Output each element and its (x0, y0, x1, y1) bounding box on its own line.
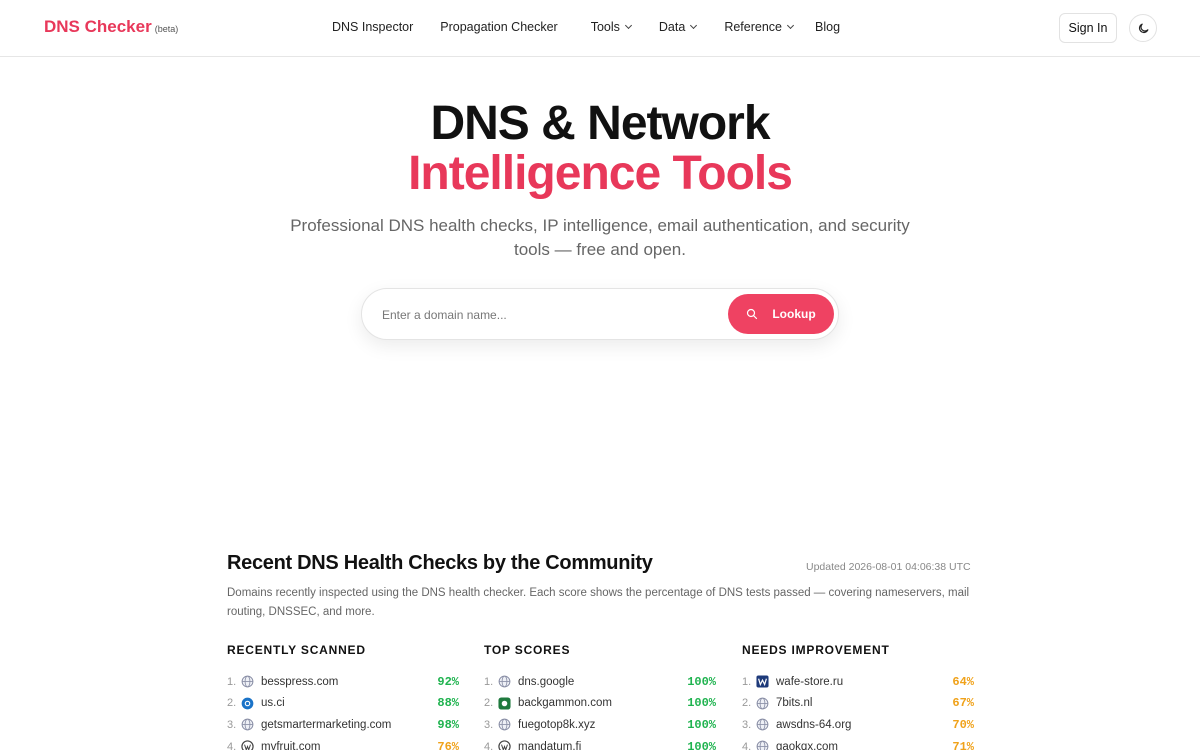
rank-number: 3. (484, 718, 494, 731)
rank-number: 2. (484, 697, 494, 710)
search-icon (747, 308, 758, 320)
globe-icon (756, 740, 769, 750)
health-score: 67% (952, 696, 974, 711)
domain-list-item[interactable]: 1. wafe-store.ru 64% (742, 671, 974, 693)
theme-toggle-button[interactable] (1129, 14, 1157, 42)
column-title: TOP SCORES (484, 643, 571, 657)
domain-link[interactable]: 7bits.nl (776, 697, 952, 709)
domain-list-item[interactable]: 4. mandatum.fi 100% (484, 736, 716, 750)
domain-list-item[interactable]: 3. fuegotop8k.xyz 100% (484, 714, 716, 736)
hero-subtitle: Professional DNS health checks, IP intel… (290, 216, 910, 259)
globe-icon (241, 718, 254, 731)
w-logo-icon (756, 675, 769, 688)
wordpress-icon (241, 740, 254, 750)
health-score: 76% (437, 739, 459, 750)
lookup-label: Lookup (772, 307, 816, 321)
green-square-icon (498, 697, 511, 710)
recently-scanned-column: RECENTLY SCANNED 1. besspress.com 92% 2. us.… (227, 643, 459, 750)
nav-propagation-checker[interactable]: Propagation Checker (440, 20, 557, 34)
domain-link[interactable]: wafe-store.ru (776, 676, 952, 688)
domain-list-item[interactable]: 2. backgammon.com 100% (484, 693, 716, 715)
domain-list-item[interactable]: 4. mvfruit.com 76% (227, 736, 459, 750)
rank-number: 1. (484, 675, 494, 688)
domain-search-bar: Lookup (361, 288, 839, 340)
domain-list-item[interactable]: 4. gaokqx.com 71% (742, 736, 974, 750)
nav-dns-inspector[interactable]: DNS Inspector (332, 20, 413, 34)
globe-icon (498, 718, 511, 731)
domain-list-item[interactable]: 3. awsdns-64.org 70% (742, 714, 974, 736)
logo-text[interactable]: DNS Checker (44, 17, 152, 36)
domain-link[interactable]: getsmartermarketing.com (261, 719, 437, 731)
domain-link[interactable]: dns.google (518, 676, 687, 688)
main-nav: DNS Inspector Propagation Checker Tools … (332, 20, 840, 34)
hero-title-line-2: Intelligence Tools (408, 147, 793, 200)
column-title: RECENTLY SCANNED (227, 643, 366, 657)
top-navigation-bar: DNS Checker (beta) DNS Inspector Propagat… (0, 0, 1200, 57)
column-title: NEEDS IMPROVEMENT (742, 643, 890, 657)
domain-list-item[interactable]: 1. dns.google 100% (484, 671, 716, 693)
domain-link[interactable]: mvfruit.com (261, 741, 437, 750)
health-score: 70% (952, 717, 974, 732)
domain-link[interactable]: gaokqx.com (776, 741, 952, 750)
domain-list-item[interactable]: 3. getsmartermarketing.com 98% (227, 714, 459, 736)
health-score: 88% (437, 696, 459, 711)
domain-link[interactable]: us.ci (261, 697, 437, 709)
health-score: 100% (687, 717, 716, 732)
health-score: 100% (687, 674, 716, 689)
rank-number: 1. (742, 675, 752, 688)
sign-in-button[interactable]: Sign In (1059, 13, 1117, 43)
blue-circle-icon (241, 697, 254, 710)
site-logo[interactable]: DNS Checker (beta) (44, 17, 178, 37)
nav-data[interactable]: Data (659, 20, 698, 34)
health-score: 71% (952, 739, 974, 750)
domain-link[interactable]: mandatum.fi (518, 741, 687, 750)
domain-list-item[interactable]: 2. us.ci 88% (227, 693, 459, 715)
needs-improvement-column: NEEDS IMPROVEMENT 1. wafe-store.ru 64% 2. 7b… (742, 643, 974, 750)
globe-icon (241, 675, 254, 688)
health-score: 98% (437, 717, 459, 732)
domain-link[interactable]: besspress.com (261, 676, 437, 688)
beta-badge: (beta) (154, 24, 179, 34)
domain-link[interactable]: fuegotop8k.xyz (518, 719, 687, 731)
globe-icon (756, 697, 769, 710)
domain-list-item[interactable]: 1. besspress.com 92% (227, 671, 459, 693)
rank-number: 3. (227, 718, 237, 731)
domain-list-item[interactable]: 2. 7bits.nl 67% (742, 693, 974, 715)
community-section-title: Recent DNS Health Checks by the Communit… (227, 552, 653, 574)
top-scores-column: TOP SCORES 1. dns.google 100% 2. backgammon.… (484, 643, 716, 750)
nav-reference[interactable]: Reference (724, 20, 795, 34)
domain-link[interactable]: backgammon.com (518, 697, 687, 709)
domain-search-input[interactable] (382, 303, 712, 327)
rank-number: 1. (227, 675, 237, 688)
health-score: 100% (687, 739, 716, 750)
health-score: 92% (437, 674, 459, 689)
rank-number: 4. (742, 740, 752, 750)
health-score: 64% (952, 674, 974, 689)
health-score: 100% (687, 696, 716, 711)
globe-icon (756, 718, 769, 731)
hero-title-line-1: DNS & Network (430, 97, 770, 150)
lookup-button[interactable]: Lookup (728, 294, 834, 334)
nav-tools[interactable]: Tools (591, 20, 632, 34)
rank-number: 2. (227, 697, 237, 710)
chevron-down-icon (786, 21, 795, 30)
chevron-down-icon (624, 21, 632, 30)
rank-number: 4. (227, 740, 237, 750)
nav-blog[interactable]: Blog (815, 20, 840, 34)
domain-link[interactable]: awsdns-64.org (776, 719, 952, 731)
rank-number: 4. (484, 740, 494, 750)
rank-number: 2. (742, 697, 752, 710)
updated-timestamp: Updated 2026-08-01 04:06:38 UTC (806, 561, 971, 573)
chevron-down-icon (690, 21, 698, 30)
moon-icon (1138, 23, 1148, 33)
wordpress-icon (498, 740, 511, 750)
rank-number: 3. (742, 718, 752, 731)
globe-icon (498, 675, 511, 688)
community-section-description: Domains recently inspected using the DNS… (227, 587, 970, 618)
